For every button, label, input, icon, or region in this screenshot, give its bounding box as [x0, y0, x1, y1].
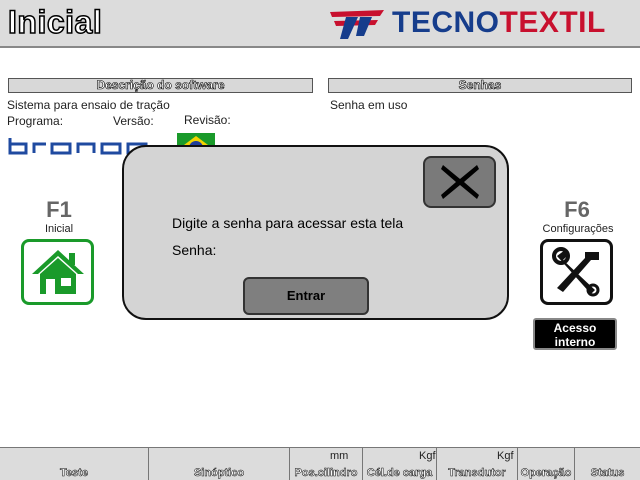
brand-logo: TECNOTEXTIL [328, 6, 606, 40]
bottom-cell-transducer: Kgf Transdutor [437, 448, 518, 480]
bottom-cell-label: Teste [60, 467, 88, 480]
dialog-close-button[interactable] [423, 156, 496, 208]
enter-button[interactable]: Entrar [243, 277, 369, 315]
passwords-section-header: Senhas [328, 78, 632, 93]
bottom-cell-load-cell: Kgf Cél.de carga [363, 448, 437, 480]
configuration-button[interactable] [540, 239, 613, 305]
f1-key-label: F1 [46, 197, 72, 222]
internal-access-button[interactable]: Acesso interno [533, 318, 617, 350]
bottom-cell-cylinder-position: mm Pos.cilindro [290, 448, 363, 480]
bottom-cell-operation[interactable]: Operação [518, 448, 575, 480]
program-label: Programa: [7, 114, 64, 128]
version-label: Versão: [113, 114, 154, 128]
bottom-cell-label: Pos.cilindro [294, 467, 358, 480]
internal-access-label-line2: interno [554, 335, 596, 349]
revision-label: Revisão: [184, 113, 231, 127]
tools-icon [551, 247, 599, 297]
bottom-cell-label: Transdutor [448, 467, 506, 480]
software-description: Sistema para ensaio de tração [7, 98, 170, 112]
bottom-cell-label: Status [590, 467, 625, 480]
bottom-cell-unit: Kgf [419, 450, 436, 462]
f6-key-label: F6 [564, 197, 590, 222]
password-dialog: Digite a senha para acessar esta tela Se… [122, 145, 509, 320]
internal-access-label-line1: Acesso [553, 321, 597, 335]
password-field-label: Senha: [172, 242, 217, 258]
bottom-cell-unit: Kgf [497, 450, 514, 462]
software-section-header: Descrição do software [8, 78, 313, 93]
bottom-cell-label: Cél.de carga [366, 467, 433, 480]
tecnotextil-emblem-icon [330, 10, 384, 39]
bottom-cell-test[interactable]: Teste [0, 448, 149, 480]
dialog-message: Digite a senha para acessar esta tela [172, 215, 404, 231]
bottom-cell-status[interactable]: Status [575, 448, 640, 480]
f1-caption: Inicial [44, 223, 74, 235]
bottom-status-bar: Teste Sinóptico mm Pos.cilindro Kgf Cél.… [0, 447, 640, 480]
bottom-cell-label: Operação [520, 467, 572, 480]
page-title: Inicial [7, 3, 103, 41]
bottom-cell-synoptic[interactable]: Sinóptico [149, 448, 290, 480]
password-status: Senha em uso [330, 98, 408, 112]
home-button[interactable] [21, 239, 94, 305]
home-icon [31, 250, 84, 294]
brand-name: TECNOTEXTIL [392, 6, 606, 39]
f6-caption: Configurações [542, 223, 614, 235]
close-icon [440, 165, 479, 199]
header-bar: Inicial TECNOTEXTIL [0, 0, 640, 48]
bottom-cell-label: Sinóptico [193, 467, 245, 480]
bottom-cell-unit: mm [330, 450, 349, 462]
